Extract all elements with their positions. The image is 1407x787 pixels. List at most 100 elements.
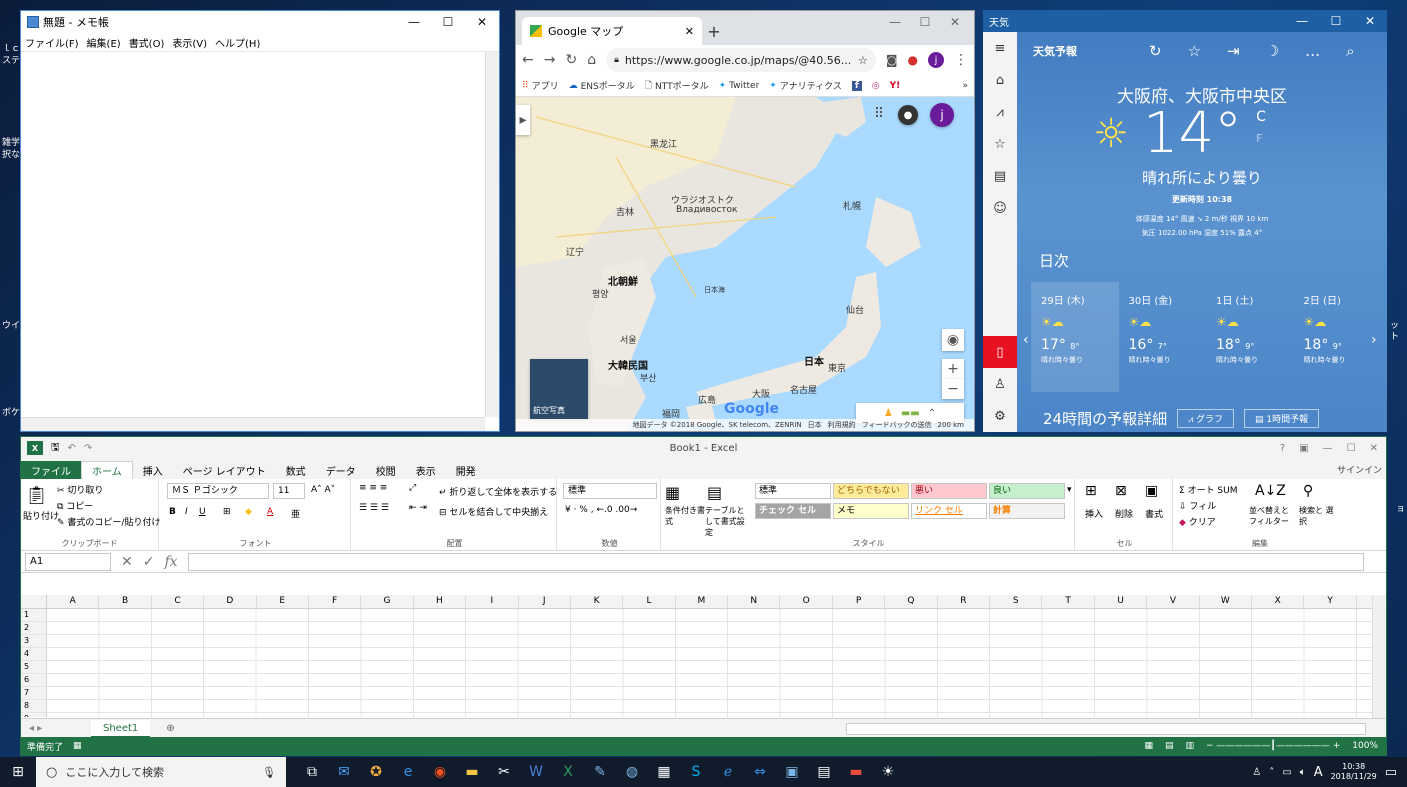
expand-panel-button[interactable]: ▸	[516, 105, 530, 135]
styles-more-icon[interactable]: ▾	[1067, 485, 1072, 495]
word-icon[interactable]: W	[526, 764, 546, 780]
tab-google-maps[interactable]: Google マップ ✕	[522, 17, 702, 45]
row-header[interactable]: 4	[21, 648, 47, 660]
column-header[interactable]: B	[99, 595, 152, 608]
row-cells[interactable]	[47, 700, 1374, 712]
minimize-button[interactable]: —	[880, 15, 910, 29]
network-icon[interactable]: ▭	[1282, 767, 1291, 778]
hamburger-menu-icon[interactable]: ≡	[995, 32, 1006, 64]
next-days-icon[interactable]: ›	[1371, 332, 1377, 348]
phonetic-icon[interactable]: 亜	[291, 507, 300, 520]
column-header[interactable]: T	[1042, 595, 1095, 608]
action-center-icon[interactable]: ▭	[1385, 765, 1397, 780]
new-tab-button[interactable]: +	[702, 17, 726, 45]
more-icon[interactable]: …	[1305, 42, 1320, 60]
graph-button[interactable]: ⩘ グラフ	[1177, 409, 1235, 428]
column-header[interactable]: A	[47, 595, 100, 608]
row-header[interactable]: 7	[21, 687, 47, 699]
chevron-up-icon[interactable]: ⌃	[928, 408, 936, 419]
reload-icon[interactable]: ↻	[565, 52, 577, 68]
tab-developer[interactable]: 開発	[446, 461, 486, 479]
notepad-titlebar[interactable]: 無題 - メモ帳 — ☐ ✕	[21, 11, 499, 33]
tab-data[interactable]: データ	[316, 461, 366, 479]
row-cells[interactable]	[47, 609, 1374, 621]
row-header[interactable]: 2	[21, 622, 47, 634]
style-neutral[interactable]: どちらでもない	[833, 483, 909, 499]
row-cells[interactable]	[47, 622, 1374, 634]
signin-link[interactable]: サインイン	[1337, 463, 1382, 476]
notepad-icon[interactable]: ✎	[590, 764, 610, 780]
vertical-scrollbar[interactable]	[1372, 595, 1386, 719]
maximize-button[interactable]: ☐	[1319, 14, 1353, 28]
font-color-icon[interactable]: A	[267, 507, 273, 517]
copy-button[interactable]: ⧉ コピー	[57, 499, 93, 512]
yahoo-icon[interactable]: Y!	[890, 81, 901, 91]
calculator-icon[interactable]: ▦	[654, 764, 674, 780]
font-size-select[interactable]: 11	[273, 483, 305, 499]
extension-icon[interactable]: ●	[908, 53, 918, 67]
chrome-icon[interactable]: ◉	[430, 764, 450, 780]
mail-icon[interactable]: ✉	[334, 764, 354, 780]
desktop-icon-label[interactable]: 択な	[2, 150, 20, 161]
format-as-table-button[interactable]: テーブルとして書式設定	[705, 505, 751, 538]
row-header[interactable]: 9	[21, 713, 47, 717]
menu-edit[interactable]: 編集(E)	[87, 35, 121, 50]
close-button[interactable]: ✕	[1353, 14, 1387, 28]
feedback-link[interactable]: フィードバックの送信	[862, 420, 932, 430]
page-break-view-icon[interactable]: ▥	[1186, 741, 1195, 751]
merge-center-button[interactable]: ⊟ セルを結合して中央揃え	[439, 505, 548, 518]
insert-cells-button[interactable]: 挿入	[1085, 507, 1103, 520]
tab-file[interactable]: ファイル	[21, 461, 81, 479]
column-header[interactable]: Q	[885, 595, 938, 608]
vertical-align-icons[interactable]: ≡ ≡ ≡	[359, 483, 387, 493]
back-icon[interactable]: ←	[522, 52, 534, 68]
notifications-icon[interactable]: ●	[898, 105, 918, 125]
menu-file[interactable]: ファイル(F)	[25, 35, 79, 50]
news-icon[interactable]: ▤	[994, 160, 1006, 192]
column-header[interactable]: V	[1147, 595, 1200, 608]
pegman-icon[interactable]: ♟	[884, 408, 893, 419]
name-box[interactable]: A1	[25, 552, 111, 571]
favorite-star-icon[interactable]: ☆	[1188, 42, 1201, 60]
sheet-nav-arrows[interactable]: ◂ ▸	[29, 723, 42, 734]
bookmark-star-icon[interactable]: ☆	[858, 54, 868, 67]
menu-kebab-icon[interactable]: ⋮	[954, 52, 968, 68]
apps-grid-icon[interactable]: ⠿	[870, 105, 888, 123]
sort-filter-icon[interactable]: A↓Z	[1255, 483, 1286, 499]
horizontal-align-icons[interactable]: ☰ ☰ ☰	[359, 503, 389, 513]
paste-button[interactable]: 貼り付け	[23, 509, 59, 522]
underline-button[interactable]: U	[199, 507, 206, 517]
horizontal-scrollbar[interactable]	[846, 722, 1366, 735]
tab-view[interactable]: 表示	[406, 461, 446, 479]
edge-icon[interactable]: e	[398, 764, 418, 780]
vertical-scrollbar[interactable]	[485, 52, 499, 417]
zoom-slider[interactable]: − ——————┃—————— +	[1206, 741, 1340, 751]
unit-fahrenheit[interactable]: F	[1256, 128, 1266, 150]
font-grow-icon[interactable]: A˄ A˅	[311, 485, 335, 495]
select-all-corner[interactable]	[21, 595, 47, 608]
fill-button[interactable]: ⇩ フィル	[1179, 499, 1216, 512]
task-view-icon[interactable]: ⧉	[302, 764, 322, 780]
column-header[interactable]: I	[466, 595, 519, 608]
column-header[interactable]: U	[1095, 595, 1148, 608]
tab-insert[interactable]: 挿入	[133, 461, 173, 479]
day-card[interactable]: 2日 (日) ☀☁ 18° 9° 晴れ時々曇り	[1294, 282, 1382, 392]
minimize-button[interactable]: —	[1285, 14, 1319, 28]
zoom-in-button[interactable]: +	[942, 359, 964, 379]
column-header[interactable]: L	[623, 595, 676, 608]
insert-cells-icon[interactable]: ⊞	[1085, 483, 1097, 499]
tab-page-layout[interactable]: ページ レイアウト	[173, 461, 276, 479]
home-icon[interactable]: ⌂	[996, 64, 1004, 96]
conditional-format-button[interactable]: 条件付き書式	[665, 505, 705, 527]
row-header[interactable]: 6	[21, 674, 47, 686]
orientation-icon[interactable]: ⤢	[409, 483, 416, 493]
column-header[interactable]: O	[780, 595, 833, 608]
account-icon[interactable]: ♙	[994, 368, 1006, 400]
add-sheet-icon[interactable]: ⊕	[166, 723, 174, 734]
bookmark-apps[interactable]: ⠿ アプリ	[522, 79, 559, 93]
paste-icon[interactable]: 📋︎	[25, 485, 48, 506]
column-header[interactable]: M	[676, 595, 729, 608]
bookmark-ens[interactable]: ☁ ENSポータル	[569, 79, 635, 93]
calendar-icon[interactable]: ▤	[814, 764, 834, 780]
maximize-button[interactable]: ☐	[910, 15, 940, 29]
